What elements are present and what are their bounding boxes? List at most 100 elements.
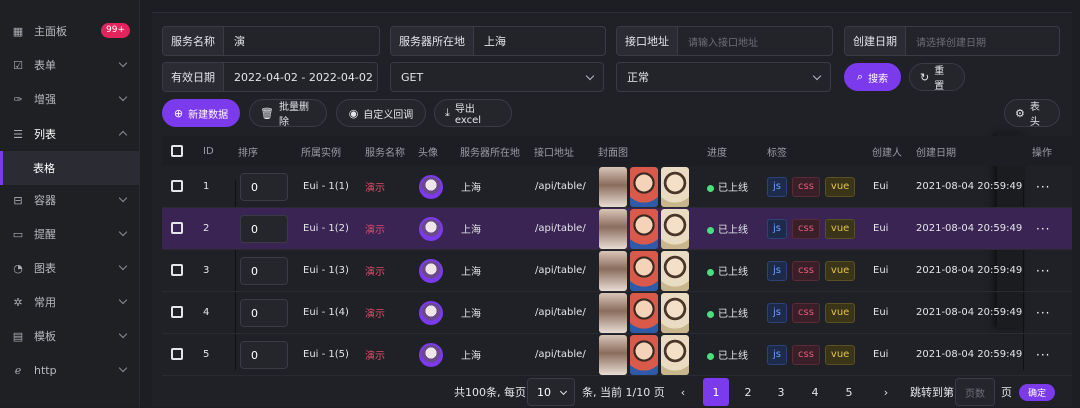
more-actions-icon[interactable]: ··· xyxy=(1036,348,1050,362)
cover-image[interactable] xyxy=(599,251,627,291)
cover-image[interactable] xyxy=(630,293,658,333)
cover-image[interactable] xyxy=(630,251,658,291)
table-row[interactable]: 2 0 Eui - 1(2) 演示 上海/api/table/已上线 js css vue Eu… xyxy=(162,208,1072,250)
row-tags: js css vue xyxy=(767,303,860,323)
page-button-2[interactable]: 2 xyxy=(740,378,756,406)
row-service-name[interactable]: 演示 xyxy=(365,305,385,320)
sort-input[interactable]: 0 xyxy=(240,173,288,201)
sidebar-item-form[interactable]: ☑ 表单 xyxy=(0,48,140,82)
custom-callback-button[interactable]: ◉ 自定义回调 xyxy=(336,99,426,127)
more-actions-icon[interactable]: ··· xyxy=(1036,264,1050,278)
sidebar-item-message[interactable]: ▭ 提醒 xyxy=(0,217,140,251)
export-excel-button[interactable]: ⤓ 导出excel xyxy=(434,99,512,127)
cover-image[interactable] xyxy=(661,335,689,375)
sort-input[interactable]: 0 xyxy=(240,299,288,327)
sort-input[interactable]: 0 xyxy=(240,257,288,285)
status-dot-icon xyxy=(707,352,714,360)
cover-images xyxy=(599,167,692,210)
row-location: 上海 xyxy=(461,183,481,194)
row-service-name[interactable]: 演示 xyxy=(365,179,385,194)
row-checkbox[interactable] xyxy=(171,180,183,192)
cover-image[interactable] xyxy=(599,209,627,249)
select-value: GET xyxy=(401,70,424,84)
sidebar-item-container[interactable]: ⊟ 容器 xyxy=(0,183,140,217)
chevron-down-icon xyxy=(585,71,595,81)
trash-icon: 🗑 xyxy=(260,106,274,120)
button-label: 导出excel xyxy=(454,104,482,126)
cover-image[interactable] xyxy=(630,335,658,375)
method-select[interactable]: GET xyxy=(390,62,604,92)
sort-input[interactable]: 0 xyxy=(240,215,288,243)
sidebar-item-common[interactable]: ✲ 常用 xyxy=(0,285,140,319)
tag-badge: js xyxy=(767,261,787,281)
table-header-settings-button[interactable]: ⚙ 表头 xyxy=(1004,99,1060,128)
more-actions-icon[interactable]: ··· xyxy=(1036,306,1050,320)
header-location: 服务器所在地 xyxy=(460,147,520,159)
cover-image[interactable] xyxy=(599,335,627,375)
batch-delete-button[interactable]: 🗑 批量删除 xyxy=(249,99,327,128)
sort-input[interactable]: 0 xyxy=(240,341,288,369)
search-button[interactable]: ⌕ 搜索 xyxy=(844,63,901,91)
page-button-5[interactable]: 5 xyxy=(841,378,857,406)
service-name-field[interactable]: 服务名称 演 xyxy=(162,26,380,56)
more-actions-icon[interactable]: ··· xyxy=(1036,222,1050,236)
status-select[interactable]: 正常 xyxy=(616,62,831,92)
sidebar-item-http[interactable]: ℯ http xyxy=(0,353,140,387)
cover-image[interactable] xyxy=(661,293,689,333)
cover-images xyxy=(599,251,692,294)
header-create-date: 创建日期 xyxy=(916,147,956,159)
valid-date-field[interactable]: 有效日期 2022-04-02 - 2022-04-02 xyxy=(162,62,378,92)
more-actions-icon[interactable]: ··· xyxy=(1036,180,1050,194)
field-label: 接口地址 xyxy=(617,27,678,55)
sidebar-item-template[interactable]: ▤ 模板 xyxy=(0,319,140,353)
button-label: 批量删除 xyxy=(278,102,309,128)
row-location: 上海 xyxy=(461,351,481,362)
page-button-3[interactable]: 3 xyxy=(773,378,789,406)
tag-badge: js xyxy=(767,177,787,197)
row-checkbox[interactable] xyxy=(171,306,183,318)
container-icon: ⊟ xyxy=(13,193,23,207)
next-page-button[interactable]: › xyxy=(880,378,892,406)
sidebar-subitem-table[interactable]: 表格 xyxy=(0,151,140,185)
confirm-jump-button[interactable]: 确定 xyxy=(1019,384,1055,401)
sidebar-item-dashboard[interactable]: ▦ 主面板 99+ xyxy=(0,14,140,48)
avatar xyxy=(419,175,443,199)
api-url-field[interactable]: 接口地址 请输入接口地址 xyxy=(616,26,833,56)
cover-image[interactable] xyxy=(661,251,689,291)
page-button-1[interactable]: 1 xyxy=(703,378,729,406)
cover-image[interactable] xyxy=(599,167,627,207)
cover-image[interactable] xyxy=(630,209,658,249)
page-size-select[interactable]: 10 xyxy=(527,378,575,406)
table-row[interactable]: 5 0 Eui - 1(5) 演示 上海/api/table/已上线 js css vue Eu… xyxy=(162,334,1072,376)
row-checkbox[interactable] xyxy=(171,222,183,234)
status-dot-icon xyxy=(707,268,714,276)
reset-button[interactable]: ↻ 重置 xyxy=(909,63,965,92)
row-create-date: 2021-08-04 20:59:49 xyxy=(916,223,1023,234)
row-location: 上海 xyxy=(461,267,481,278)
cover-image[interactable] xyxy=(661,167,689,207)
row-service-name[interactable]: 演示 xyxy=(365,263,385,278)
table-row[interactable]: 1 0 Eui - 1(1) 演示 上海/api/table/已上线 js css vue Eu… xyxy=(162,166,1072,208)
sidebar-item-chart[interactable]: ◔ 图表 xyxy=(0,251,140,285)
cover-image[interactable] xyxy=(599,293,627,333)
server-location-field[interactable]: 服务器所在地 上海 xyxy=(390,26,606,56)
row-api-url: /api/table/ xyxy=(535,307,586,318)
jump-page-input[interactable]: 页数 xyxy=(955,378,995,406)
sidebar-item-list[interactable]: ☰ 列表 xyxy=(0,117,140,151)
sidebar-item-enhance[interactable]: ✑ 增强 xyxy=(0,82,140,116)
cover-image[interactable] xyxy=(661,209,689,249)
prev-page-button[interactable]: ‹ xyxy=(677,378,689,406)
row-instance: Eui - 1(4) xyxy=(303,307,349,318)
select-all-checkbox[interactable] xyxy=(171,145,183,157)
row-service-name[interactable]: 演示 xyxy=(365,347,385,362)
row-service-name[interactable]: 演示 xyxy=(365,221,385,236)
row-checkbox[interactable] xyxy=(171,348,183,360)
table-row[interactable]: 4 0 Eui - 1(4) 演示 上海/api/table/已上线 js css vue Eu… xyxy=(162,292,1072,334)
page-size-value: 10 xyxy=(537,385,551,399)
page-button-4[interactable]: 4 xyxy=(807,378,823,406)
cover-image[interactable] xyxy=(630,167,658,207)
create-date-field[interactable]: 创建日期 请选择创建日期 xyxy=(844,26,1060,56)
row-checkbox[interactable] xyxy=(171,264,183,276)
table-row[interactable]: 3 0 Eui - 1(3) 演示 上海/api/table/已上线 js css vue Eu… xyxy=(162,250,1072,292)
add-data-button[interactable]: ⊕ 新建数据 xyxy=(162,99,240,127)
